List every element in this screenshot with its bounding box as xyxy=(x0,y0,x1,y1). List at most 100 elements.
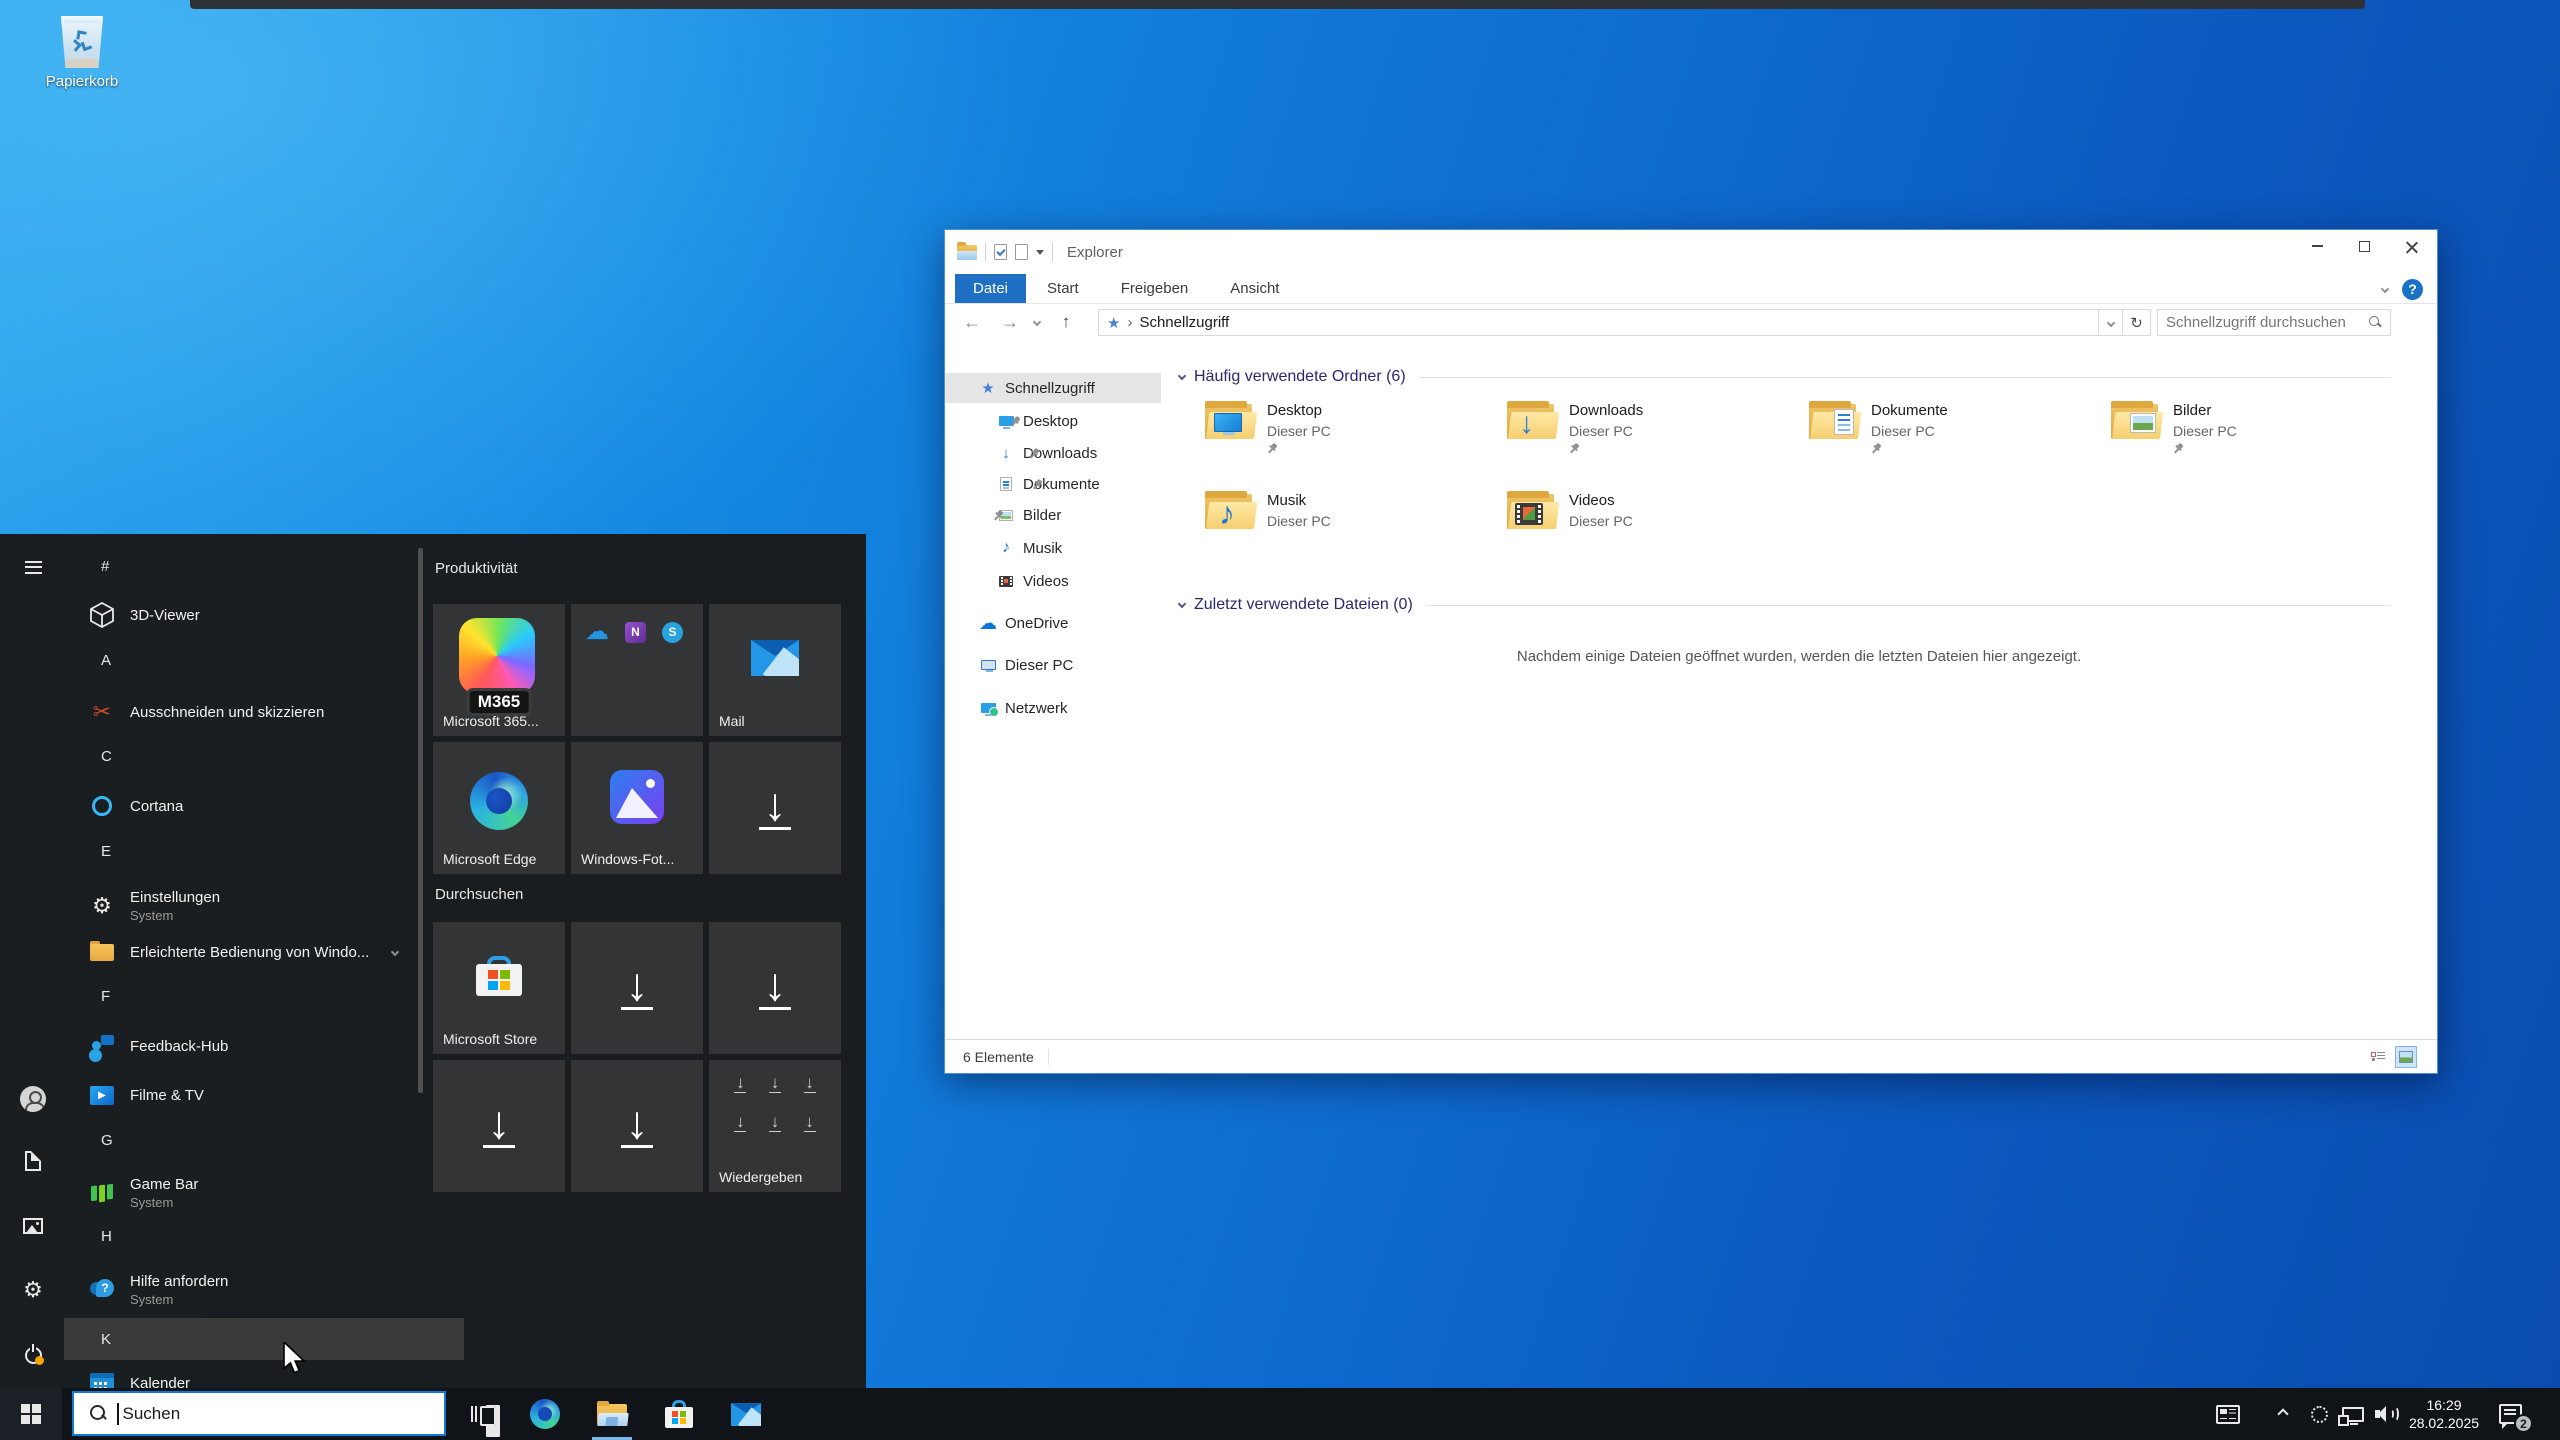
recycle-bin-desktop-icon[interactable]: Papierkorb xyxy=(44,16,120,90)
tab-start[interactable]: Start xyxy=(1026,274,1100,303)
app-item-einstellungen[interactable]: ⚙ EinstellungenSystem xyxy=(64,880,464,932)
help-button[interactable]: ? xyxy=(2402,279,2423,300)
tile-group-title[interactable]: Produktivität xyxy=(435,560,518,577)
section-letter[interactable]: C xyxy=(101,748,112,765)
folder-item-downloads[interactable]: ↓ DownloadsDieser PC xyxy=(1507,399,1797,471)
section-letter[interactable]: A xyxy=(101,652,111,669)
section-letter[interactable]: E xyxy=(101,843,111,860)
tile-wiedergeben-group[interactable]: ↓ ↓ ↓ ↓ ↓ ↓ Wiedergeben xyxy=(709,1060,841,1192)
folder-item-bilder[interactable]: BilderDieser PC xyxy=(2111,399,2401,471)
tab-ansicht[interactable]: Ansicht xyxy=(1209,274,1300,303)
settings-button[interactable]: ⚙ xyxy=(20,1277,46,1303)
pictures-button[interactable] xyxy=(20,1213,46,1239)
tab-datei[interactable]: Datei xyxy=(955,274,1026,303)
start-button[interactable] xyxy=(0,1388,62,1440)
group-header-recent[interactable]: Zuletzt verwendete Dateien (0) xyxy=(1179,596,2391,614)
tile-pending-download[interactable]: ↓ xyxy=(571,922,703,1054)
tile-group-title[interactable]: Durchsuchen xyxy=(435,886,523,903)
taskbar-mail-button[interactable] xyxy=(724,1388,768,1440)
app-item-erleichterte-bedienung[interactable]: Erleichterte Bedienung von Windo... xyxy=(64,932,464,972)
app-item-cortana[interactable]: Cortana xyxy=(64,786,464,826)
section-letter[interactable]: # xyxy=(101,558,109,575)
app-list-scrollbar[interactable] xyxy=(418,548,423,1093)
group-header-frequent[interactable]: Häufig verwendete Ordner (6) xyxy=(1179,368,2391,386)
tile-office-group[interactable]: ☁ N S xyxy=(571,604,703,736)
sidebar-item-downloads[interactable]: ↓ Downloads xyxy=(945,438,1161,468)
sidebar-item-bilder[interactable]: Bilder xyxy=(945,500,1161,530)
power-button[interactable] xyxy=(20,1342,46,1368)
address-bar[interactable]: ★ › Schnellzugriff xyxy=(1098,309,2099,336)
folder-item-musik[interactable]: ♪ MusikDieser PC xyxy=(1205,489,1495,561)
address-dropdown-button[interactable] xyxy=(2099,309,2123,336)
sidebar-item-musik[interactable]: ♪ Musik xyxy=(945,533,1161,563)
sidebar-item-videos[interactable]: Videos xyxy=(945,566,1161,596)
collapse-chevron-icon[interactable] xyxy=(1178,599,1186,607)
app-item-3d-viewer[interactable]: 3D-Viewer xyxy=(64,595,464,635)
tab-freigeben[interactable]: Freigeben xyxy=(1100,274,1210,303)
details-view-button[interactable] xyxy=(2367,1046,2389,1068)
app-item-kalender[interactable]: Kalender xyxy=(64,1363,464,1388)
folder-item-videos[interactable]: VideosDieser PC xyxy=(1507,489,1797,561)
minimize-button[interactable] xyxy=(2294,230,2341,262)
app-item-hilfe-anfordern[interactable]: ? Hilfe anfordernSystem xyxy=(64,1264,464,1316)
section-letter[interactable]: F xyxy=(101,988,110,1005)
customize-toolbar-chevron-icon[interactable] xyxy=(1036,250,1044,255)
section-letter[interactable]: H xyxy=(101,1228,112,1245)
taskbar-edge-button[interactable] xyxy=(523,1388,567,1440)
app-item-ausschneiden[interactable]: ✂ Ausschneiden und skizzieren xyxy=(64,692,464,732)
sidebar-item-schnellzugriff[interactable]: ★ Schnellzugriff xyxy=(945,373,1161,403)
expand-ribbon-chevron-icon[interactable] xyxy=(2381,285,2389,293)
search-box[interactable]: Schnellzugriff durchsuchen xyxy=(2157,309,2391,336)
thumbnails-view-button[interactable] xyxy=(2395,1046,2417,1068)
refresh-button[interactable]: ↻ xyxy=(2123,309,2151,336)
taskbar-store-button[interactable] xyxy=(657,1388,701,1440)
app-item-game-bar[interactable]: Game BarSystem xyxy=(64,1167,464,1219)
up-button[interactable]: ↑ xyxy=(1053,308,1079,336)
close-button[interactable] xyxy=(2388,230,2435,262)
sidebar-item-dokumente[interactable]: Dokumente xyxy=(945,469,1161,499)
volume-button[interactable] xyxy=(2370,1388,2404,1440)
action-center-button[interactable]: 2 xyxy=(2488,1388,2532,1440)
forward-button[interactable]: → xyxy=(997,308,1023,336)
tile-mail[interactable]: Mail xyxy=(709,604,841,736)
taskbar-clock[interactable]: 16:29 28.02.2025 xyxy=(2404,1388,2484,1440)
section-letter[interactable]: G xyxy=(101,1132,113,1149)
tile-pending-download[interactable]: ↓ xyxy=(709,922,841,1054)
tile-windows-fotos[interactable]: Windows-Fot... xyxy=(571,742,703,874)
section-letter-row-k[interactable]: K xyxy=(64,1318,464,1360)
maximize-button[interactable] xyxy=(2341,230,2388,262)
tile-pending-download[interactable]: ↓ xyxy=(433,1060,565,1192)
taskbar-explorer-button[interactable] xyxy=(590,1388,634,1440)
user-account-button[interactable] xyxy=(20,1086,46,1112)
app-item-feedback-hub[interactable]: Feedback-Hub xyxy=(64,1026,464,1066)
sidebar-item-onedrive[interactable]: ☁ OneDrive xyxy=(945,608,1161,638)
network-status-button[interactable] xyxy=(2336,1388,2370,1440)
task-view-button[interactable] xyxy=(462,1388,506,1440)
properties-button-icon[interactable] xyxy=(994,244,1007,260)
search-icon[interactable] xyxy=(2369,316,2382,329)
mail-envelope-icon xyxy=(731,1403,761,1426)
tray-sync-status-button[interactable] xyxy=(2304,1388,2334,1440)
back-button[interactable]: ← xyxy=(959,308,985,336)
folder-item-dokumente[interactable]: DokumenteDieser PC xyxy=(1809,399,2099,471)
new-folder-button-icon[interactable] xyxy=(1015,244,1028,260)
show-hidden-icons-button[interactable] xyxy=(2268,1388,2298,1440)
title-bar[interactable]: Explorer xyxy=(945,230,2437,274)
tile-microsoft-store[interactable]: Microsoft Store xyxy=(433,922,565,1054)
collapse-chevron-icon[interactable] xyxy=(1178,371,1186,379)
tile-pending-download[interactable]: ↓ xyxy=(571,1060,703,1192)
taskbar-search-box[interactable]: Suchen xyxy=(72,1391,446,1436)
sidebar-item-netzwerk[interactable]: Netzwerk xyxy=(945,693,1161,723)
documents-button[interactable] xyxy=(20,1148,46,1174)
tile-microsoft-edge[interactable]: Microsoft Edge xyxy=(433,742,565,874)
menu-button[interactable] xyxy=(20,554,46,580)
recent-locations-chevron[interactable] xyxy=(1029,308,1045,336)
sidebar-item-dieser-pc[interactable]: Dieser PC xyxy=(945,650,1161,680)
sidebar-item-desktop[interactable]: Desktop xyxy=(945,406,1161,436)
breadcrumb-location[interactable]: Schnellzugriff xyxy=(1139,314,1229,331)
tile-microsoft-365[interactable]: M365 Microsoft 365... xyxy=(433,604,565,736)
news-interests-button[interactable] xyxy=(2206,1388,2250,1440)
tile-pending-download[interactable]: ↓ xyxy=(709,742,841,874)
folder-item-desktop[interactable]: DesktopDieser PC xyxy=(1205,399,1495,471)
app-item-filme-tv[interactable]: ▶ Filme & TV xyxy=(64,1075,464,1115)
